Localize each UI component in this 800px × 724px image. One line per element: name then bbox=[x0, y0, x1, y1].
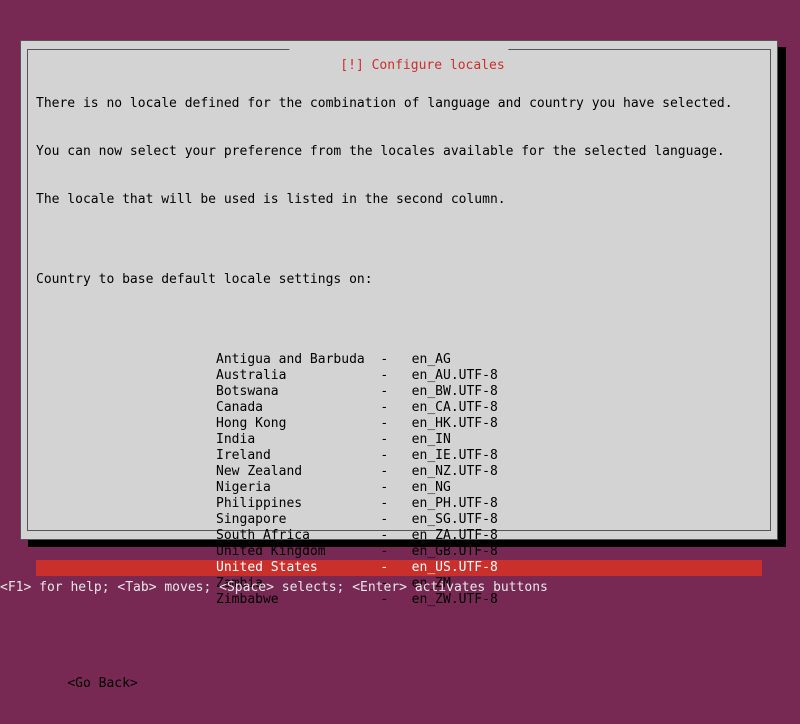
intro-line-2: You can now select your preference from … bbox=[36, 144, 762, 160]
locale-list[interactable]: Antigua and Barbuda - en_AG Australia - … bbox=[36, 352, 762, 608]
locale-row[interactable]: Ireland - en_IE.UTF-8 bbox=[36, 448, 762, 464]
locale-row[interactable]: Nigeria - en_NG bbox=[36, 480, 762, 496]
intro-line-3: The locale that will be used is listed i… bbox=[36, 192, 762, 208]
locale-row[interactable]: Hong Kong - en_HK.UTF-8 bbox=[36, 416, 762, 432]
locale-row[interactable]: United Kingdom - en_GB.UTF-8 bbox=[36, 544, 762, 560]
locale-row[interactable]: Antigua and Barbuda - en_AG bbox=[36, 352, 762, 368]
locale-row-selected[interactable]: United States - en_US.UTF-8 bbox=[36, 560, 762, 576]
configure-locales-dialog: [!] Configure locales There is no locale… bbox=[20, 40, 778, 540]
locale-row[interactable]: Botswana - en_BW.UTF-8 bbox=[36, 384, 762, 400]
locale-row[interactable]: South Africa - en_ZA.UTF-8 bbox=[36, 528, 762, 544]
help-footer-text: <F1> for help; <Tab> moves; <Space> sele… bbox=[0, 580, 548, 595]
intro-prompt: Country to base default locale settings … bbox=[36, 272, 762, 288]
intro-line-1: There is no locale defined for the combi… bbox=[36, 96, 762, 112]
dialog-body: There is no locale defined for the combi… bbox=[36, 64, 762, 522]
go-back-button[interactable]: <Go Back> bbox=[36, 676, 762, 692]
locale-row[interactable]: Australia - en_AU.UTF-8 bbox=[36, 368, 762, 384]
locale-row[interactable]: Canada - en_CA.UTF-8 bbox=[36, 400, 762, 416]
locale-row[interactable]: Singapore - en_SG.UTF-8 bbox=[36, 512, 762, 528]
locale-row[interactable]: Philippines - en_PH.UTF-8 bbox=[36, 496, 762, 512]
help-footer: <F1> for help; <Tab> moves; <Space> sele… bbox=[0, 580, 548, 596]
go-back-label: <Go Back> bbox=[67, 676, 137, 691]
locale-row[interactable]: New Zealand - en_NZ.UTF-8 bbox=[36, 464, 762, 480]
dialog-border: [!] Configure locales There is no locale… bbox=[27, 49, 771, 531]
locale-row[interactable]: India - en_IN bbox=[36, 432, 762, 448]
